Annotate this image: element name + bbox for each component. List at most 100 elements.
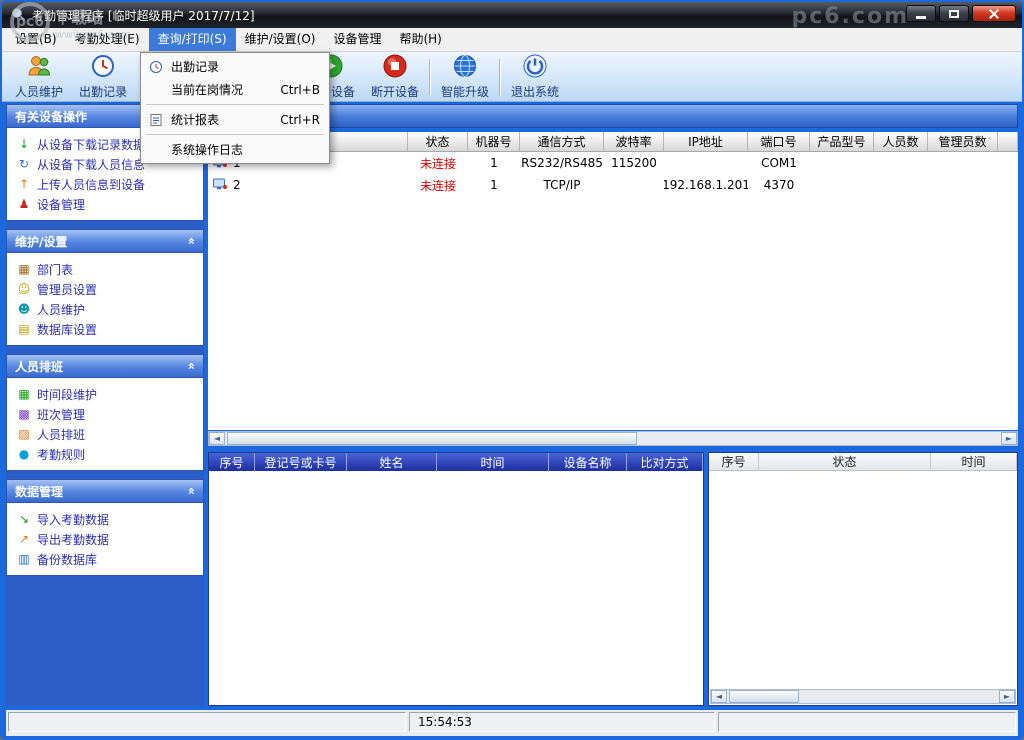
scroll-thumb[interactable] [729,690,799,703]
title-bar[interactable]: 考勤管理程序 [临时超级用户 2017/7/12] [2,2,1022,28]
toolbar-button-disconnect-device[interactable]: 断开设备 [364,53,426,100]
menu-item-system-operation-log[interactable]: 系统操作日志 [142,138,328,161]
close-button[interactable] [972,5,1016,22]
sidebar-item-backup-database[interactable]: ▥ 备份数据库 [7,549,203,569]
device-table-hscrollbar: ◄ ► [208,431,1018,446]
sidebar-item-label: 从设备下载人员信息 [37,157,146,172]
column-header-machine-no[interactable]: 机器号 [468,132,520,151]
sidebar-item-label: 班次管理 [37,407,86,422]
column-header-device-name[interactable]: 设备名称 [549,453,627,471]
sidebar-item-attendance-rules[interactable]: ● 考勤规则 [7,444,203,464]
close-icon [988,8,1000,20]
column-header-product-model[interactable]: 产品型号 [810,132,874,151]
menu-item-attendance-record[interactable]: 出勤记录 [142,55,328,78]
menu-separator [146,134,324,135]
clock-icon [90,53,116,82]
column-header-time[interactable]: 时间 [931,453,1017,470]
column-header-baud-rate[interactable]: 波特率 [604,132,664,151]
toolbar-button-personnel-maintenance[interactable]: 人员维护 [8,53,70,100]
status-cell-time: 15:54:53 [409,712,715,732]
sidebar-item-database-settings[interactable]: ▤ 数据库设置 [7,319,203,339]
app-window: 考勤管理程序 [临时超级用户 2017/7/12] 设置(B) 考勤处理(E) … [0,0,1024,740]
column-header-index[interactable]: 序号 [209,453,255,471]
sidebar-item-label: 人员排班 [37,427,86,442]
sidebar-item-time-period[interactable]: ▦ 时间段维护 [7,384,203,404]
menu-item-maintenance-settings[interactable]: 维护/设置(O) [236,28,325,51]
menu-item-help[interactable]: 帮助(H) [390,28,450,51]
column-header-status[interactable]: 状态 [408,132,468,151]
sidebar-item-personnel-scheduling[interactable]: ▨ 人员排班 [7,424,203,444]
sidebar-item-label: 从设备下载记录数据 [37,137,146,152]
menu-item-statistics-report[interactable]: 统计报表 Ctrl+R [142,108,328,131]
toolbar-button-label: 人员维护 [14,85,63,99]
device-cell-ip-address: 192.168.1.201 [664,178,748,192]
column-header-time[interactable]: 时间 [437,453,549,471]
toolbar-button-exit-system[interactable]: 退出系统 [504,53,566,100]
app-icon [10,6,26,25]
maximize-icon [949,9,959,18]
device-cell-comm-mode: RS232/RS485 [521,156,603,170]
column-header-index[interactable]: 序号 [709,453,759,470]
column-header-verify-mode[interactable]: 比对方式 [627,453,703,471]
scroll-left-button[interactable]: ◄ [209,432,225,445]
scroll-right-button[interactable]: ► [1001,432,1017,445]
maximize-button[interactable] [939,5,969,22]
sidebar-item-department-table[interactable]: ▦ 部门表 [7,259,203,279]
scroll-track[interactable] [727,690,999,703]
column-header-ip-address[interactable]: IP地址 [664,132,748,151]
collapse-icon: » [184,487,199,495]
section-header-data-management[interactable]: 数据管理 » [6,479,204,503]
menu-item-current-on-duty[interactable]: 当前在岗情况 Ctrl+B [142,78,328,101]
admin-icon: ☺ [17,282,31,296]
device-row[interactable]: 2 未连接 1 TCP/IP 192.168.1.201 4370 [208,174,1018,196]
sidebar-section-data-management: 数据管理 » ↘ 导入考勤数据 ↗ 导出考勤数据 ▥ 备份数据库 [6,479,204,576]
column-header-comm-mode[interactable]: 通信方式 [520,132,604,151]
device-cell-status: 未连接 [419,156,456,171]
sidebar-item-shift-management[interactable]: ▩ 班次管理 [7,404,203,424]
device-cell-baud-rate: 115200 [611,156,657,170]
sidebar-item-upload-personnel[interactable]: ↑ 上传人员信息到设备 [7,174,203,194]
menu-item-label: 当前在岗情况 [171,83,244,97]
sidebar-item-device-management[interactable]: ♟ 设备管理 [7,194,203,214]
device-cell-filler [998,152,1018,174]
export-icon: ↗ [18,532,30,546]
scroll-track[interactable] [225,432,1001,445]
minimize-button[interactable] [906,5,936,22]
status-cell-right [718,712,1016,732]
scroll-thumb[interactable] [227,432,637,445]
menu-item-query-print[interactable]: 查询/打印(S) [148,28,236,51]
window-title: 考勤管理程序 [临时超级用户 2017/7/12] [32,8,255,23]
column-header-port[interactable]: 端口号 [748,132,810,151]
sidebar-item-label: 考勤规则 [37,447,86,462]
section-header-maintenance[interactable]: 维护/设置 » [6,229,204,253]
menu-item-attendance-processing[interactable]: 考勤处理(E) [66,28,149,51]
device-name: 2 [233,178,241,192]
realtime-record-panel: 序号 登记号或卡号 姓名 时间 设备名称 比对方式 [208,452,704,706]
toolbar-button-attendance-records[interactable]: 出勤记录 [72,53,134,100]
menu-item-settings[interactable]: 设置(B) [6,28,66,51]
menu-item-label: 出勤记录 [171,60,220,74]
scroll-right-button[interactable]: ► [999,690,1015,703]
menu-item-device-management[interactable]: 设备管理 [324,28,390,51]
toolbar-button-smart-upgrade[interactable]: 智能升级 [434,53,496,100]
import-icon: ↘ [18,512,30,526]
section-header-scheduling[interactable]: 人员排班 » [6,354,204,378]
sidebar-item-import-data[interactable]: ↘ 导入考勤数据 [7,509,203,529]
column-header-name[interactable]: 姓名 [347,453,437,471]
sidebar-item-label: 设备管理 [37,197,86,212]
menu-item-label: 系统操作日志 [171,143,244,157]
sidebar-item-personnel-maintenance[interactable]: ☻ 人员维护 [7,299,203,319]
column-header-status[interactable]: 状态 [759,453,931,470]
sidebar-item-admin-settings[interactable]: ☺ 管理员设置 [7,279,203,299]
device-icon [213,178,227,193]
device-cell-comm-mode: TCP/IP [543,178,581,192]
device-cell-port: COM1 [761,156,797,170]
dropdown-menu-query-print: 出勤记录 当前在岗情况 Ctrl+B 统计报表 Ctrl+R 系统操作日志 [140,52,330,164]
sidebar-item-export-data[interactable]: ↗ 导出考勤数据 [7,529,203,549]
calendar-icon: ▦ [18,387,30,401]
column-header-personnel-count[interactable]: 人员数 [874,132,928,151]
column-header-card-no[interactable]: 登记号或卡号 [255,453,347,471]
rules-icon: ● [18,447,30,461]
scroll-left-button[interactable]: ◄ [711,690,727,703]
column-header-admin-count[interactable]: 管理员数 [928,132,998,151]
